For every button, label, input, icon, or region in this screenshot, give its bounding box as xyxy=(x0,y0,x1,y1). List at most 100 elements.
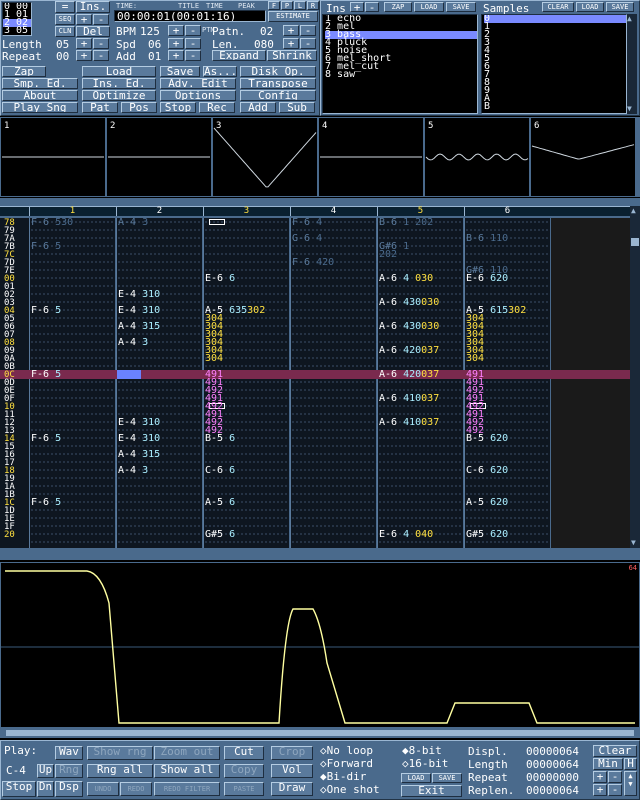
pattern-scrollbar[interactable]: ▲ ▼ xyxy=(630,206,640,548)
instrument-text: 615 xyxy=(490,305,509,316)
pattern-cell[interactable]: F-6 5 xyxy=(31,498,61,508)
play-note: C-4 xyxy=(6,764,26,777)
pattern-scroll-up-icon[interactable]: ▲ xyxy=(631,206,636,215)
redo-filter-button[interactable]: REDO FILTER xyxy=(154,782,220,796)
sample-hscroll-thumb[interactable] xyxy=(6,730,634,736)
pattern-cell[interactable]: B-6 1 202 xyxy=(379,218,433,228)
pattern-cell[interactable]: F-6 5 xyxy=(31,306,61,316)
note-text: G-6 xyxy=(292,233,317,244)
pattern-cell[interactable]: F-6 420 xyxy=(292,257,335,268)
instrument-text: 420 xyxy=(403,345,422,356)
instrument-text: 3 xyxy=(142,465,149,476)
pattern-cell[interactable]: A-4 315 xyxy=(118,450,160,460)
loop-none-radio[interactable]: ◇No loop xyxy=(320,745,373,756)
instrument-text: 420 xyxy=(316,257,335,268)
note-text: B-5 xyxy=(205,433,230,444)
pattern-cell[interactable]: E-6 6 xyxy=(205,273,236,284)
pattern-cell[interactable]: A-4 3 xyxy=(118,465,149,476)
pattern-cell[interactable]: A-6 410037 xyxy=(379,418,439,428)
stop-button[interactable]: Stop xyxy=(2,781,36,797)
pattern-cell[interactable]: F-6 5 xyxy=(31,370,61,380)
pattern-cell[interactable]: A-6 420037 xyxy=(379,370,439,380)
dn-button[interactable]: Dn xyxy=(37,781,54,797)
pattern-cell[interactable]: 304 xyxy=(205,353,224,364)
pattern-cell[interactable]: B-5 6 xyxy=(205,433,235,444)
pattern-cell[interactable]: A-6 430030 xyxy=(379,298,439,308)
copy-button[interactable]: Copy xyxy=(224,764,264,778)
show-range-button[interactable]: Show rng xyxy=(87,746,153,760)
bit16-radio[interactable]: ◇16-bit xyxy=(402,758,448,769)
pattern-cell[interactable]: C-6 6 xyxy=(205,466,235,476)
undo-button[interactable]: UNDO xyxy=(87,782,119,796)
pattern-cell[interactable]: E-4 310 xyxy=(118,306,160,316)
pattern-cell[interactable]: A-5 6 xyxy=(205,498,235,508)
pattern-scroll-down-icon[interactable]: ▼ xyxy=(631,538,636,547)
pattern-cell[interactable]: E-4 310 xyxy=(118,434,160,444)
note-text: C-6 xyxy=(466,465,491,476)
pattern-cell[interactable]: 304 xyxy=(466,354,484,364)
effect-text: 304 xyxy=(205,353,224,364)
pattern-cell[interactable]: A-6 410037 xyxy=(379,394,439,404)
pattern-cell[interactable]: F-6 5 xyxy=(31,242,61,252)
repeat-plus-bottom-button[interactable]: + xyxy=(593,771,607,783)
range-all-button[interactable]: Rng all xyxy=(87,764,153,778)
pattern-cell[interactable]: E-6 620 xyxy=(466,274,508,284)
pattern-cell[interactable]: F-6 530 xyxy=(31,218,73,228)
pattern-cell[interactable]: E-6 4 040 xyxy=(379,530,433,540)
note-text: A-4 xyxy=(118,217,143,228)
pattern-cell[interactable]: A-5 620 xyxy=(466,498,508,508)
pattern-cell[interactable]: A-6 420037 xyxy=(379,345,439,356)
instrument-text: 6 xyxy=(229,273,236,284)
pattern-cell[interactable]: A-4 315 xyxy=(118,322,160,332)
pattern-cell[interactable]: C-6 620 xyxy=(466,465,508,476)
pattern-cell[interactable]: 202 xyxy=(379,250,397,260)
pattern-cell[interactable]: A-6 430030 xyxy=(379,322,439,332)
pattern-cell[interactable]: A-4 3 xyxy=(118,217,148,228)
up-button[interactable]: Up xyxy=(37,764,54,778)
paste-button[interactable]: PASTE xyxy=(224,782,264,796)
sample-waveform[interactable]: 64 xyxy=(0,562,640,728)
wav-button[interactable]: Wav xyxy=(55,746,83,760)
side-tab[interactable]: ▲ ▼ xyxy=(624,771,637,796)
instrument-text: 3 xyxy=(142,337,149,348)
sample-save-bottom-button[interactable]: SAVE xyxy=(432,773,462,783)
cut-button[interactable]: Cut xyxy=(224,746,264,760)
exit-button[interactable]: Exit xyxy=(401,785,462,797)
pattern-cell[interactable]: A-4 3 xyxy=(118,337,149,348)
crop-button[interactable]: Crop xyxy=(271,746,313,760)
sample-hscroll[interactable] xyxy=(0,728,640,738)
loop-forward-radio[interactable]: ◇Forward xyxy=(320,758,373,769)
pattern-cell[interactable]: G#5 620 xyxy=(466,530,508,540)
replen-plus-bottom-button[interactable]: + xyxy=(593,784,607,796)
pattern-cell[interactable]: F-6 5 xyxy=(31,434,61,444)
pattern-cell[interactable]: A-6 4 030 xyxy=(379,274,433,284)
pattern-cell[interactable]: B-5 620 xyxy=(466,434,508,444)
pattern-cell[interactable]: F-6 4 xyxy=(292,218,322,228)
pattern-cell[interactable]: E-4 310 xyxy=(118,418,160,428)
replen-minus-bottom-button[interactable]: - xyxy=(608,784,622,796)
dsp-button[interactable]: Dsp xyxy=(55,781,83,797)
draw-button[interactable]: Draw xyxy=(271,782,313,796)
rng-button[interactable]: Rng xyxy=(55,764,83,778)
loop-bidir-radio[interactable]: ◆Bi-dir xyxy=(320,771,366,782)
show-all-button[interactable]: Show all xyxy=(154,764,220,778)
repeat-minus-bottom-button[interactable]: - xyxy=(608,771,622,783)
pattern-grid[interactable]: 78 F-6 530 A-4 3 F-6 4 B-6 1 202 79 7A G-6 4 B-6… xyxy=(0,0,640,550)
channel-column-5[interactable] xyxy=(377,218,463,548)
h-button[interactable]: H xyxy=(624,758,637,770)
pattern-cell[interactable]: E-4 310 xyxy=(118,290,160,300)
zoom-out-button[interactable]: Zoom out xyxy=(154,746,220,760)
vol-button[interactable]: Vol xyxy=(271,764,313,778)
pattern-scroll-thumb[interactable] xyxy=(631,238,639,246)
min-button[interactable]: Min xyxy=(593,758,623,770)
clear-button[interactable]: Clear xyxy=(593,745,637,757)
play-label: Play: xyxy=(4,744,38,757)
redo-button[interactable]: REDO xyxy=(120,782,152,796)
one-shot-radio[interactable]: ◇One shot xyxy=(320,784,380,795)
pattern-cell[interactable]: B-6 110 xyxy=(466,234,508,244)
channel-column-2[interactable] xyxy=(116,218,202,548)
sample-load-bottom-button[interactable]: LOAD xyxy=(401,773,431,783)
pattern-cell[interactable]: G-6 4 xyxy=(292,233,322,244)
bit8-radio[interactable]: ◆8-bit xyxy=(402,745,442,756)
pattern-cell[interactable]: G#5 6 xyxy=(205,530,235,540)
